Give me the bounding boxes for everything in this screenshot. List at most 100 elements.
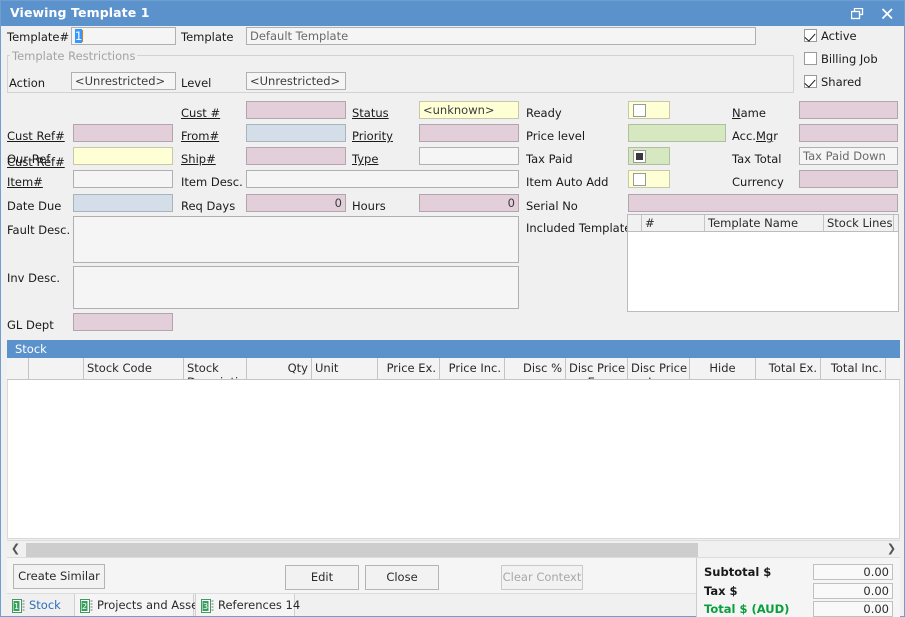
billing-job-checkbox[interactable] bbox=[804, 52, 817, 65]
document-3-icon: 3 bbox=[201, 598, 214, 612]
tax-total-input[interactable]: Tax Paid Down bbox=[799, 147, 898, 165]
create-similar-button[interactable]: Create Similar bbox=[13, 564, 105, 589]
stock-col-disc-8[interactable]: Disc % bbox=[505, 358, 566, 380]
included-templates-header: # Template Name Stock Lines bbox=[628, 215, 898, 232]
stock-col-stock-code-2[interactable]: Stock Code bbox=[84, 358, 184, 380]
item-no-label: Item# bbox=[7, 175, 43, 189]
shared-label: Shared bbox=[821, 75, 862, 89]
shared-checkbox[interactable] bbox=[804, 75, 817, 88]
price-level-input[interactable] bbox=[628, 124, 726, 142]
stock-col-unit-5[interactable]: Unit bbox=[312, 358, 378, 380]
tax-total-label: Tax Total bbox=[732, 152, 782, 166]
req-days-label: Req Days bbox=[181, 199, 235, 213]
tab-stock-label: Stock bbox=[29, 594, 61, 616]
close-icon[interactable] bbox=[872, 1, 902, 26]
included-col-stock-lines[interactable]: Stock Lines bbox=[824, 215, 894, 231]
stock-col-total-ex-12[interactable]: Total Ex. bbox=[756, 358, 821, 380]
clear-context-button[interactable]: Clear Context bbox=[501, 565, 583, 590]
stock-section-title: Stock bbox=[7, 340, 900, 358]
our-ref-label: Our Ref bbox=[7, 152, 50, 166]
stock-col-price-inc-7[interactable]: Price Inc. bbox=[440, 358, 505, 380]
acc-mgr-label: Acc.Mgr bbox=[732, 129, 778, 143]
chevron-right-icon[interactable]: ❯ bbox=[883, 541, 900, 558]
our-ref-input[interactable] bbox=[73, 147, 173, 165]
priority-input[interactable] bbox=[419, 124, 519, 142]
text-caret bbox=[82, 30, 83, 42]
fault-desc-textarea[interactable] bbox=[73, 216, 519, 263]
status-select[interactable]: <unknown> bbox=[419, 101, 519, 119]
tab-projects-and-assets[interactable]: 2 Projects and Assets 0 bbox=[74, 594, 194, 616]
tab-stock[interactable]: 1 Stock bbox=[7, 594, 73, 616]
close-button[interactable]: Close bbox=[365, 565, 439, 590]
total-value: 0.00 bbox=[813, 601, 893, 617]
included-col-number[interactable]: # bbox=[642, 215, 705, 231]
included-templates-grid[interactable]: # Template Name Stock Lines bbox=[627, 214, 899, 312]
item-no-input[interactable] bbox=[73, 170, 173, 188]
item-auto-add-checkbox[interactable] bbox=[633, 173, 646, 186]
template-name-input[interactable]: Default Template bbox=[246, 27, 756, 45]
name-input[interactable] bbox=[799, 101, 898, 119]
date-due-label: Date Due bbox=[7, 199, 61, 213]
tax-paid-label: Tax Paid bbox=[526, 152, 573, 166]
ready-label: Ready bbox=[526, 106, 562, 120]
restore-icon[interactable] bbox=[842, 1, 872, 26]
stock-col-disc-price-9[interactable]: Disc PriceEx. bbox=[566, 358, 628, 380]
tax-paid-checkbox-field[interactable] bbox=[628, 147, 670, 165]
stock-col-di-14[interactable]: Di bbox=[886, 358, 900, 380]
name-label: Name bbox=[732, 106, 766, 120]
type-input[interactable] bbox=[419, 147, 519, 165]
level-label: Level bbox=[181, 76, 211, 90]
ready-checkbox-field[interactable] bbox=[628, 101, 670, 119]
currency-input[interactable] bbox=[799, 170, 898, 188]
template-number-value: 1 bbox=[75, 29, 82, 43]
item-auto-add-checkbox-field[interactable] bbox=[628, 170, 670, 188]
ready-checkbox[interactable] bbox=[633, 104, 646, 117]
cust-ref-row-label: Cust Ref# bbox=[7, 129, 65, 143]
chevron-left-icon[interactable]: ❮ bbox=[7, 541, 24, 558]
gl-dept-input[interactable] bbox=[73, 313, 173, 331]
included-col-blank[interactable] bbox=[628, 215, 642, 231]
priority-label: Priority bbox=[352, 129, 393, 143]
stock-col-price-ex-6[interactable]: Price Ex. bbox=[378, 358, 440, 380]
tax-paid-checkbox[interactable] bbox=[633, 150, 646, 163]
hscrollbar-thumb[interactable] bbox=[26, 543, 698, 557]
action-select[interactable]: <Unrestricted> bbox=[71, 72, 176, 90]
stock-col-qty-4[interactable]: Qty bbox=[247, 358, 312, 380]
tab-references-label: References 14 bbox=[218, 594, 300, 616]
template-number-input[interactable]: 1 bbox=[71, 27, 176, 45]
edit-button[interactable]: Edit bbox=[285, 565, 359, 590]
document-1-icon: 1 bbox=[12, 598, 25, 612]
stock-col-blank-1[interactable] bbox=[29, 358, 84, 380]
from-no-label: From# bbox=[181, 129, 219, 143]
cust-no-input[interactable] bbox=[246, 101, 346, 119]
template-restrictions-caption: Template Restrictions bbox=[10, 49, 137, 63]
cust-ref-input[interactable] bbox=[73, 124, 173, 142]
acc-mgr-input[interactable] bbox=[799, 124, 898, 142]
active-checkbox[interactable] bbox=[804, 29, 817, 42]
action-label: Action bbox=[9, 76, 45, 90]
stock-col-stock-3[interactable]: StockDescription bbox=[184, 358, 247, 380]
stock-col-total-inc-13[interactable]: Total Inc. bbox=[821, 358, 886, 380]
stock-col-disc-price-10[interactable]: Disc PriceInc. bbox=[628, 358, 690, 380]
item-desc-input[interactable] bbox=[246, 170, 519, 188]
stock-hscrollbar[interactable]: ❮ ❯ bbox=[7, 540, 900, 557]
tab-references[interactable]: 3 References 14 bbox=[195, 594, 295, 616]
req-days-input[interactable]: 0 bbox=[246, 194, 346, 212]
included-col-template-name[interactable]: Template Name bbox=[705, 215, 824, 231]
fault-desc-label: Fault Desc. bbox=[7, 223, 70, 237]
price-level-label: Price level bbox=[526, 129, 585, 143]
stock-grid-body[interactable] bbox=[7, 380, 900, 539]
level-select[interactable]: <Unrestricted> bbox=[246, 72, 346, 90]
hours-input[interactable]: 0 bbox=[419, 194, 519, 212]
serial-no-input[interactable] bbox=[628, 194, 898, 212]
stock-col-blank-0[interactable] bbox=[7, 358, 29, 380]
date-due-input[interactable] bbox=[73, 194, 173, 212]
svg-text:1: 1 bbox=[14, 602, 19, 611]
from-no-input[interactable] bbox=[246, 124, 346, 142]
tax-label: Tax $ bbox=[704, 584, 738, 598]
ship-no-input[interactable] bbox=[246, 147, 346, 165]
gl-dept-label: GL Dept bbox=[7, 318, 54, 332]
inv-desc-textarea[interactable] bbox=[73, 266, 519, 309]
stock-col-hide-11[interactable]: Hide bbox=[690, 358, 756, 380]
status-label: Status bbox=[352, 106, 389, 120]
